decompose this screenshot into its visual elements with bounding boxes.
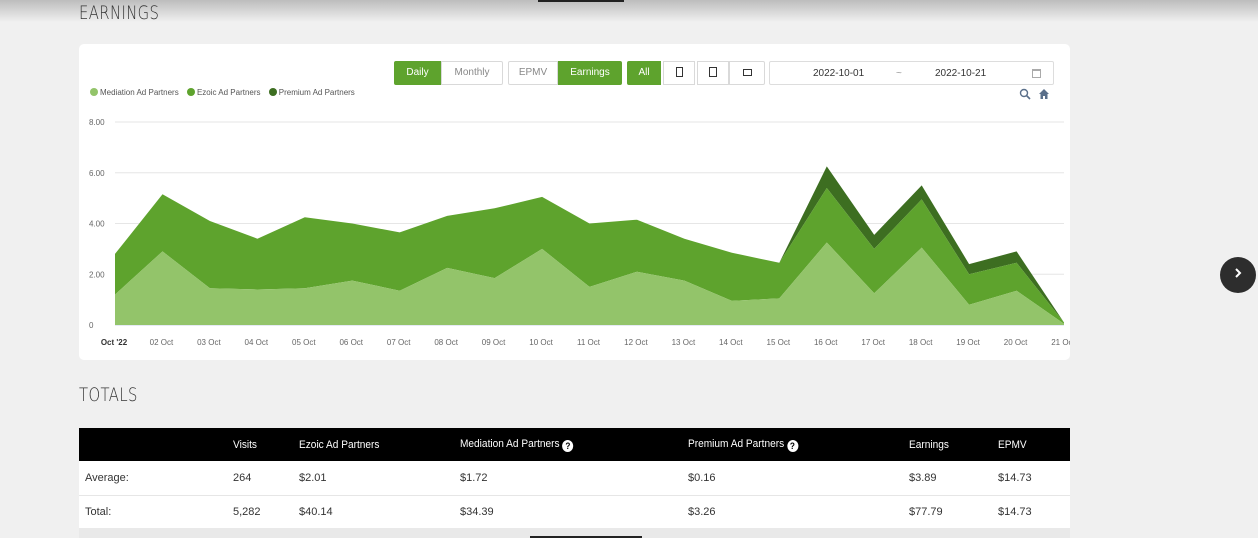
- row-label: Total:: [85, 506, 112, 518]
- totals-header-row: Visits Ezoic Ad Partners Mediation Ad Pa…: [79, 428, 1070, 461]
- header-visits: Visits: [233, 438, 258, 451]
- x-tick-label: 04 Oct: [245, 338, 269, 347]
- tablet-button[interactable]: [697, 61, 729, 85]
- phone-icon: [675, 67, 683, 78]
- y-tick-label: 8.00: [89, 118, 105, 127]
- calendar-icon[interactable]: [1032, 69, 1041, 78]
- header-mediation-label: Mediation Ad Partners: [460, 437, 560, 450]
- table-cell: 5,282: [233, 506, 261, 518]
- legend-dot: [90, 88, 98, 96]
- table-row: Total: 5,282 $40.14 $34.39 $3.26 $77.79 $14.73: [79, 495, 1070, 529]
- x-tick-label: 08 Oct: [434, 338, 458, 347]
- home-icon[interactable]: [1038, 88, 1050, 100]
- y-tick-label: 0: [89, 321, 94, 330]
- header-blank: [79, 428, 221, 461]
- help-icon[interactable]: ?: [786, 439, 798, 452]
- x-tick-label: 21 Oct: [1051, 338, 1070, 347]
- zoom-icon[interactable]: [1019, 88, 1031, 100]
- x-tick-label: 19 Oct: [956, 338, 980, 347]
- table-cell: $34.39: [460, 506, 494, 518]
- x-tick-label: 18 Oct: [909, 338, 933, 347]
- epmv-button[interactable]: EPMV: [508, 61, 558, 85]
- x-tick-label: 05 Oct: [292, 338, 316, 347]
- x-tick-label: 02 Oct: [150, 338, 174, 347]
- top-shadow: [0, 0, 1258, 22]
- row-label: Average:: [85, 471, 129, 484]
- legend-item-mediation[interactable]: Mediation Ad Partners: [90, 88, 179, 97]
- header-premium: Premium Ad Partners?: [688, 428, 891, 461]
- table-cell: $77.79: [909, 506, 943, 518]
- header-ezoic: Ezoic Ad Partners: [299, 438, 380, 451]
- x-tick-label: 11 Oct: [577, 338, 601, 347]
- daily-button[interactable]: Daily: [394, 61, 441, 85]
- totals-table: Visits Ezoic Ad Partners Mediation Ad Pa…: [79, 428, 1070, 530]
- help-icon[interactable]: ?: [562, 439, 574, 452]
- x-tick-label: 17 Oct: [861, 338, 885, 347]
- earnings-area-chart: 0 2.00 4.00 6.00 8.00 Oct '22 02 Oct 03 Oct 04 O…: [89, 118, 1070, 347]
- table-cell: $2.01: [299, 471, 327, 484]
- totals-title: TOTALS: [79, 384, 138, 406]
- table-cell: $3.89: [909, 471, 937, 484]
- header-earnings: Earnings: [909, 438, 949, 451]
- y-tick-label: 6.00: [89, 169, 105, 178]
- table-cell: $0.16: [688, 471, 716, 484]
- x-tick-label: 14 Oct: [719, 338, 743, 347]
- table-cell: $3.26: [688, 506, 716, 518]
- x-tick-label: 07 Oct: [387, 338, 411, 347]
- legend-label: Ezoic Ad Partners: [196, 88, 261, 97]
- x-tick-label: Oct '22: [101, 338, 128, 347]
- next-button[interactable]: [1220, 257, 1256, 293]
- table-cell: $1.72: [460, 471, 488, 484]
- table-row: Average: 264 $2.01 $1.72 $0.16 $3.89 $14.73: [79, 461, 1070, 495]
- earnings-button[interactable]: Earnings: [558, 61, 622, 85]
- earnings-chart-card: Daily Monthly EPMV Earnings All 2022-10-…: [79, 44, 1070, 360]
- chevron-right-icon: [1235, 268, 1242, 278]
- phone-button[interactable]: [663, 61, 695, 85]
- totals-body: Average: 264 $2.01 $1.72 $0.16 $3.89 $14.73 Tot…: [79, 461, 1070, 529]
- x-tick-label: 12 Oct: [624, 338, 648, 347]
- legend-item-premium[interactable]: Premium Ad Partners: [268, 88, 355, 97]
- legend-label: Mediation Ad Partners: [100, 88, 179, 97]
- header-mediation: Mediation Ad Partners?: [460, 428, 670, 461]
- table-cell: 264: [233, 471, 252, 484]
- date-start[interactable]: 2022-10-01: [813, 68, 864, 79]
- table-cell: $14.73: [998, 471, 1032, 484]
- tablet-icon: [709, 67, 717, 78]
- header-epmv: EPMV: [998, 438, 1027, 451]
- x-tick-label: 16 Oct: [814, 338, 838, 347]
- y-tick-label: 4.00: [89, 220, 105, 229]
- header-premium-label: Premium Ad Partners: [688, 437, 785, 450]
- legend-label: Premium Ad Partners: [278, 88, 355, 97]
- table-cell: $14.73: [998, 506, 1032, 518]
- legend-item-ezoic[interactable]: Ezoic Ad Partners: [186, 88, 261, 97]
- all-devices-button[interactable]: All: [627, 61, 661, 85]
- date-separator: ~: [896, 68, 902, 79]
- earnings-title: EARNINGS: [79, 2, 160, 24]
- y-tick-label: 2.00: [89, 270, 105, 279]
- legend-dot: [186, 88, 195, 96]
- x-tick-label: 20 Oct: [1004, 338, 1028, 347]
- x-tick-label: 03 Oct: [197, 338, 221, 347]
- desktop-button[interactable]: [729, 61, 765, 85]
- top-tab-handle[interactable]: [538, 0, 624, 2]
- desktop-icon: [742, 68, 752, 76]
- chart-legend: Mediation Ad Partners Ezoic Ad Partners …: [90, 88, 361, 97]
- table-cell: $40.14: [299, 506, 333, 518]
- x-tick-label: 10 Oct: [529, 338, 553, 347]
- legend-dot: [268, 88, 277, 96]
- date-end[interactable]: 2022-10-21: [935, 68, 986, 79]
- monthly-button[interactable]: Monthly: [441, 61, 503, 85]
- date-range-picker[interactable]: 2022-10-01 ~ 2022-10-21: [769, 61, 1054, 85]
- x-tick-label: 09 Oct: [482, 338, 506, 347]
- x-tick-label: 15 Oct: [767, 338, 791, 347]
- x-tick-label: 13 Oct: [672, 338, 696, 347]
- x-tick-label: 06 Oct: [339, 338, 363, 347]
